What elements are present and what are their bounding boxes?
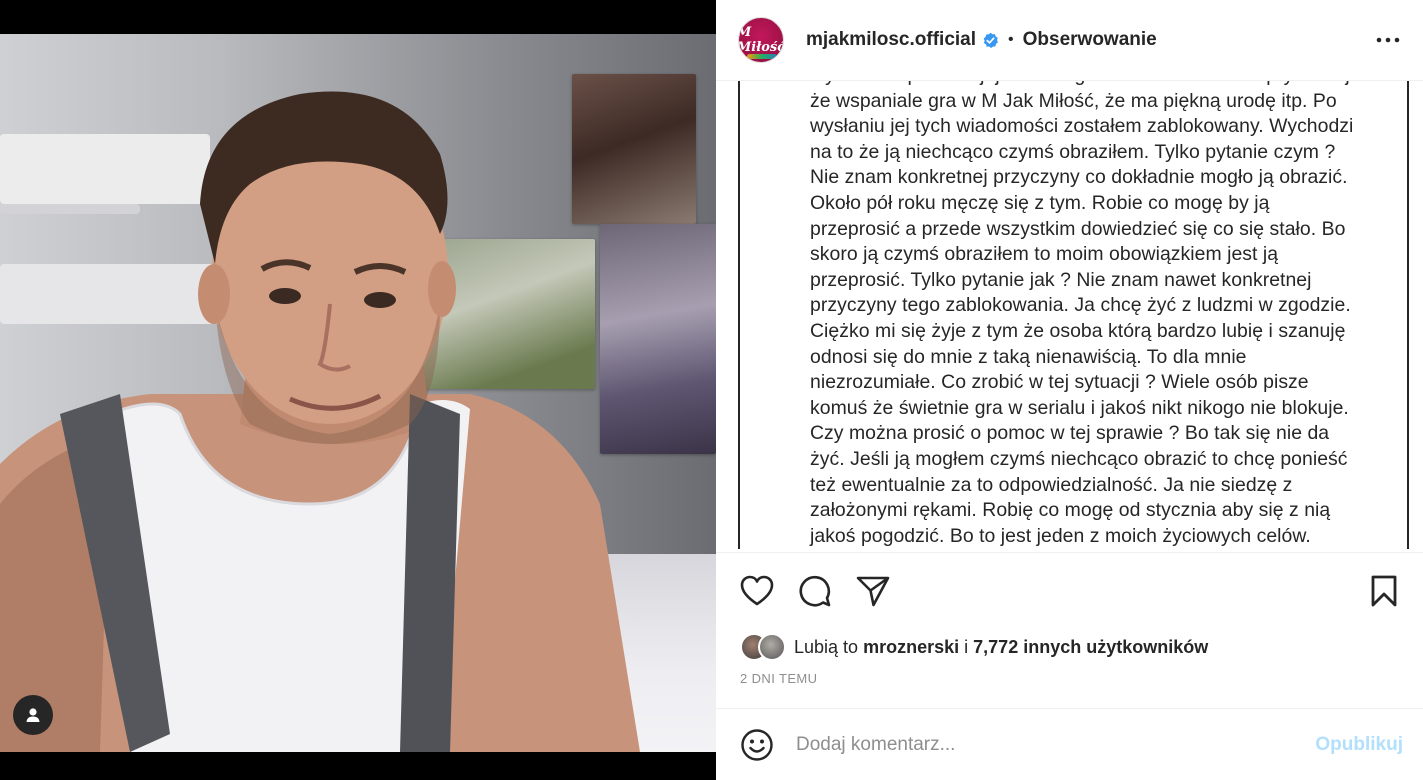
more-options-button[interactable] xyxy=(1375,27,1401,53)
caption-line: jakoś pogodzić. Bo to jest jeden z moich… xyxy=(810,524,1311,547)
caption-line: też ewentualnie za to odpowiedzialność. … xyxy=(810,473,1293,496)
instagram-post-modal: M Miłość mjakmilosc.official • Obserwowa… xyxy=(0,0,1423,780)
account-avatar[interactable]: M Miłość xyxy=(738,17,784,63)
header-separator: • xyxy=(1008,31,1014,48)
post-media xyxy=(0,0,716,780)
avatar-text: M Miłość xyxy=(738,25,784,55)
account-username[interactable]: mjakmilosc.official xyxy=(806,29,976,51)
share-button[interactable] xyxy=(856,574,890,608)
comment-icon xyxy=(799,575,831,607)
caption-line: niezrozumiałe. Co zrobić w tej sytuacji … xyxy=(810,371,1309,394)
caption-line: Czy można prosić o pomoc w tej sprawie ?… xyxy=(810,422,1330,445)
caption-line: przeprosić. Tylko pytanie jak ? Nie znam… xyxy=(810,268,1312,291)
save-button[interactable] xyxy=(1367,574,1401,608)
person-figure xyxy=(0,91,640,752)
caption-line: założonymi rękami. Robię co mogę od styc… xyxy=(810,499,1331,522)
likes-summary: Lubią to mroznerski i 7,772 innych użytk… xyxy=(716,629,1423,666)
post-timestamp[interactable]: 2 DNI TEMU xyxy=(716,671,1423,689)
post-sidebar: M Miłość mjakmilosc.official • Obserwowa… xyxy=(716,0,1423,780)
send-icon xyxy=(856,576,890,607)
verified-badge-icon xyxy=(983,32,998,48)
likes-count[interactable]: 7,772 innych użytkowników xyxy=(973,637,1208,657)
caption-line: Ciężko mi się żyje z tym że osoba którą … xyxy=(810,319,1346,342)
likes-text: Lubią to mroznerski i 7,772 innych użytk… xyxy=(794,637,1208,658)
liker-avatar[interactable] xyxy=(758,633,786,662)
tagged-users-button[interactable] xyxy=(13,695,53,735)
caption-line: wysłaniu jej tych wiadomości zostałem za… xyxy=(810,115,1354,138)
caption-line: żyć. Jeśli ją mogłem czymś niechcąco obr… xyxy=(810,447,1348,470)
caption-line: skoro ją czymś obraziłem to moim obowiąz… xyxy=(810,243,1279,266)
emoji-icon[interactable] xyxy=(740,728,774,762)
heart-icon xyxy=(740,575,774,606)
comment-button[interactable] xyxy=(798,574,832,608)
caption-line: że wspaniale gra w M Jak Miłość, że ma p… xyxy=(810,89,1337,112)
comment-bar: Opublikuj xyxy=(716,708,1423,780)
more-horizontal-icon xyxy=(1376,37,1400,43)
user-icon xyxy=(26,708,40,722)
caption-line: styczniu napisałem jej na Instagramie w … xyxy=(810,81,1370,89)
liker-username[interactable]: mroznerski xyxy=(863,637,959,657)
publish-button[interactable]: Opublikuj xyxy=(1315,734,1403,756)
following-button[interactable]: Obserwowanie xyxy=(1023,29,1157,51)
caption-scroll-area[interactable]: styczniu napisałem jej na Instagramie w … xyxy=(716,81,1423,553)
caption-line: Nie znam konkretnej przyczyny co dokładn… xyxy=(810,166,1348,189)
caption-line: na to że ją niechcąco czymś obraziłem. T… xyxy=(810,140,1336,163)
caption-line: komuś że świetnie gra w serialu i jakoś … xyxy=(810,396,1349,419)
caption-line: przeprosić a przede wszystkim dowiedzieć… xyxy=(810,217,1346,240)
bookmark-icon xyxy=(1371,575,1397,607)
comment-input[interactable] xyxy=(796,733,1316,756)
caption-line: przyczyny tego zablokowania. Ja chcę żyć… xyxy=(810,294,1351,317)
likes-connector: i xyxy=(964,636,969,657)
post-photo[interactable] xyxy=(0,34,716,752)
like-button[interactable] xyxy=(740,574,774,608)
caption-line: odnosi się do mnie z taką nienawiścią. T… xyxy=(810,345,1247,368)
post-header: M Miłość mjakmilosc.official • Obserwowa… xyxy=(716,0,1423,81)
caption-line: Około pół roku męczę się z tym. Robie co… xyxy=(810,191,1270,214)
likes-prefix: Lubią to xyxy=(794,636,859,657)
caption-text: styczniu napisałem jej na Instagramie w … xyxy=(810,81,1370,549)
post-actions xyxy=(716,553,1423,629)
